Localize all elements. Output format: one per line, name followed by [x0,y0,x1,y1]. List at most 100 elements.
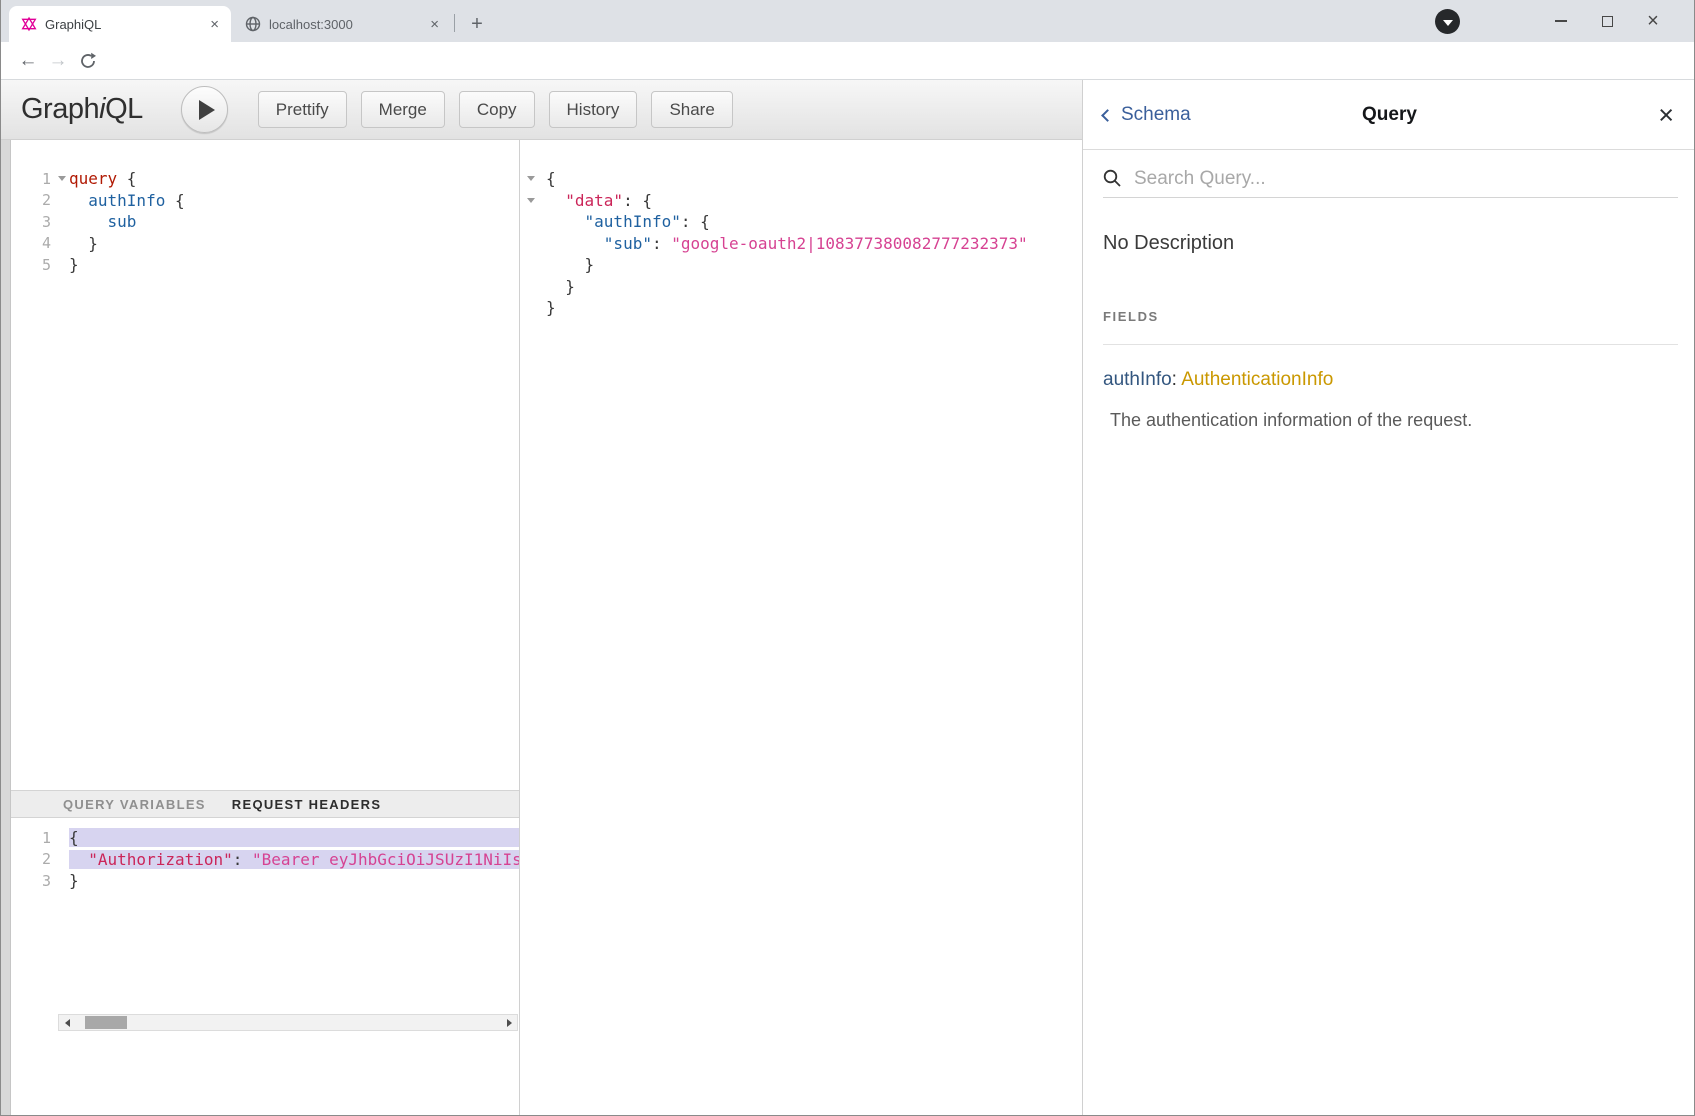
code-text[interactable]: } [69,234,519,253]
doc-search-input[interactable] [1134,168,1678,190]
media-controls-button[interactable] [1435,9,1460,34]
code-line[interactable]: 3 sub [11,211,519,233]
code-line[interactable]: } [520,254,1082,276]
code-line[interactable]: 3} [11,870,519,892]
field-name-link[interactable]: authInfo [1103,369,1172,390]
code-text[interactable]: } [538,277,1082,296]
execute-query-button[interactable] [181,86,228,133]
prettify-button[interactable]: Prettify [258,91,347,128]
doc-explorer-panel: Schema Query × No Description FIELDS aut… [1082,80,1695,1116]
window-maximize-button[interactable] [1584,0,1630,42]
doc-field-authinfo: authInfo: AuthenticationInfo [1103,369,1333,391]
code-text[interactable]: } [538,255,1082,274]
code-text[interactable]: "sub": "google-oauth2|108377380082777232… [538,234,1082,253]
code-line[interactable]: } [520,297,1082,319]
tab-graphiql[interactable]: GraphiQL × [9,6,231,42]
window-minimize-button[interactable] [1538,0,1584,42]
line-number: 1 [11,829,55,847]
browser-window: GraphiQL × localhost:3000 × + × ← → [0,0,1695,1116]
code-text[interactable]: } [538,298,1082,317]
code-text[interactable]: { [69,828,519,847]
scroll-left-icon[interactable] [59,1015,75,1030]
fold-caret-icon[interactable] [527,176,535,181]
reload-button[interactable] [73,42,103,80]
doc-close-button[interactable]: × [1658,80,1674,150]
horizontal-scrollbar[interactable] [58,1014,518,1031]
play-icon [199,100,215,120]
scrollbar-thumb[interactable] [85,1016,127,1029]
minimize-icon [1555,20,1567,22]
code-text[interactable]: { [538,169,1082,188]
close-icon: × [1647,11,1659,31]
code-line[interactable]: 1 query { [11,168,519,190]
tab-localhost[interactable]: localhost:3000 × [233,6,451,42]
window-close-button[interactable]: × [1630,0,1676,42]
line-number: 2 [11,850,55,868]
code-text[interactable]: "Authorization": "Bearer eyJhbGciOiJSUzI… [69,850,519,869]
code-line[interactable]: 4 } [11,233,519,255]
code-line[interactable]: "data": { [520,190,1082,212]
code-text[interactable]: sub [69,212,519,231]
doc-no-description: No Description [1103,232,1234,255]
share-button[interactable]: Share [651,91,732,128]
doc-explorer-header: Schema Query × [1083,80,1695,150]
field-type-link[interactable]: AuthenticationInfo [1181,369,1333,390]
secondary-editor-tabbar: QUERY VARIABLES REQUEST HEADERS [11,790,519,818]
code-line[interactable]: } [520,276,1082,298]
code-text[interactable]: "authInfo": { [538,212,1082,231]
forward-button: → [43,42,73,80]
code-line[interactable]: { [520,168,1082,190]
code-text[interactable]: } [69,255,519,274]
code-text[interactable]: "data": { [538,191,1082,210]
browser-titlebar: GraphiQL × localhost:3000 × + × [1,0,1695,42]
tab-title: localhost:3000 [269,17,428,32]
query-editor[interactable]: 1query {2 authInfo {3 sub4 }5} [11,168,519,276]
code-line[interactable]: "sub": "google-oauth2|108377380082777232… [520,233,1082,255]
tab-close-icon[interactable]: × [208,16,221,33]
reload-icon [79,52,97,70]
maximize-icon [1602,16,1613,27]
history-button[interactable]: History [549,91,638,128]
line-number: 1 [11,170,55,188]
code-line[interactable]: 2 "Authorization": "Bearer eyJhbGciOiJSU… [11,849,519,871]
graphiql-toolbar: GraphiQL Prettify Merge Copy History Sha… [1,80,1082,140]
line-number: 3 [11,872,55,890]
scroll-right-icon[interactable] [501,1015,517,1030]
result-viewer-pane: { "data": { "authInfo": { "sub": "google… [520,140,1082,1116]
line-number: 2 [11,191,55,209]
new-tab-button[interactable]: + [463,10,491,38]
line-number: 3 [11,213,55,231]
copy-button[interactable]: Copy [459,91,535,128]
search-icon [1103,169,1122,188]
code-line[interactable]: 1{ [11,827,519,849]
fold-caret-icon[interactable] [527,198,535,203]
globe-favicon-icon [245,16,261,32]
code-line[interactable]: "authInfo": { [520,211,1082,233]
code-text[interactable]: authInfo { [69,191,519,210]
browser-navbar: ← → localhost:3000 P [1,42,1695,80]
result-viewer: { "data": { "authInfo": { "sub": "google… [520,168,1082,319]
code-text[interactable]: query { [69,169,519,188]
tab-close-icon[interactable]: × [428,16,441,33]
fold-caret-icon[interactable] [58,176,66,181]
chevron-left-icon [1101,109,1114,122]
doc-fields-label: FIELDS [1103,309,1159,324]
request-headers-editor[interactable]: 1{2 "Authorization": "Bearer eyJhbGciOiJ… [11,827,519,892]
code-line[interactable]: 2 authInfo { [11,190,519,212]
doc-divider [1103,344,1678,345]
code-line[interactable]: 5} [11,254,519,276]
line-number: 4 [11,234,55,252]
line-number: 5 [11,256,55,274]
doc-back-link[interactable]: Schema [1103,80,1191,150]
doc-search-row[interactable] [1103,160,1678,198]
tab-query-variables[interactable]: QUERY VARIABLES [63,797,206,812]
merge-button[interactable]: Merge [361,91,445,128]
code-text[interactable]: } [69,871,519,890]
graphiql-favicon-icon [21,16,37,32]
doc-field-description: The authentication information of the re… [1110,410,1472,431]
chevron-down-icon [1443,20,1453,26]
tab-request-headers[interactable]: REQUEST HEADERS [232,797,382,812]
back-button[interactable]: ← [13,42,43,80]
left-scroll-strip[interactable] [1,140,11,1116]
headers-editor-pane[interactable]: 1{2 "Authorization": "Bearer eyJhbGciOiJ… [11,818,519,1014]
